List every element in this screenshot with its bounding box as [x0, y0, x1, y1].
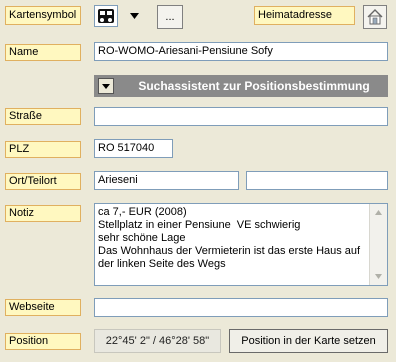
scroll-down-button[interactable] — [371, 269, 386, 284]
website-field[interactable] — [94, 298, 388, 317]
position-value: 22°45' 2" / 46°28' 58" — [94, 329, 221, 353]
position-label: Position — [5, 333, 81, 350]
scroll-up-button[interactable] — [371, 205, 386, 220]
note-text: ca 7,- EUR (2008) Stellplatz in einer Pe… — [98, 206, 361, 270]
ort-label: Ort/Teilort — [5, 173, 81, 190]
map-symbol-dropdown-button[interactable] — [119, 5, 149, 27]
home-icon — [367, 9, 383, 25]
note-textarea[interactable]: ca 7,- EUR (2008) Stellplatz in einer Pe… — [94, 203, 388, 286]
search-assistant-label: Suchassistent zur Positionsbestimmung — [138, 79, 370, 93]
chevron-down-icon — [102, 83, 110, 89]
home-button[interactable] — [363, 5, 387, 29]
search-assistant-bar[interactable]: Suchassistent zur Positionsbestimmung — [94, 75, 388, 97]
assistant-toggle[interactable] — [98, 78, 114, 94]
street-field[interactable] — [94, 107, 388, 126]
scroll-down-icon — [375, 274, 382, 279]
sub-locality-field[interactable] — [246, 171, 388, 190]
heimatadresse-label: Heimatadresse — [254, 6, 355, 25]
chevron-down-icon — [129, 13, 139, 19]
notiz-label: Notiz — [5, 205, 81, 222]
webseite-label: Webseite — [5, 299, 81, 316]
strasse-label: Straße — [5, 108, 81, 125]
campervan-symbol-icon — [98, 9, 114, 23]
name-field[interactable]: RO-WOMO-Ariesani-Pensiune Sofy — [94, 42, 388, 61]
zip-field[interactable]: RO 517040 — [94, 139, 173, 158]
plz-label: PLZ — [5, 141, 81, 158]
set-position-button[interactable]: Position in der Karte setzen — [229, 329, 388, 353]
scroll-up-icon — [375, 210, 382, 215]
map-symbol-select[interactable] — [94, 5, 118, 27]
name-label: Name — [5, 44, 81, 61]
more-symbols-button[interactable]: ... — [157, 5, 183, 29]
city-field[interactable]: Arieseni — [94, 171, 239, 190]
note-scrollbar[interactable] — [369, 204, 387, 285]
kartensymbol-label: Kartensymbol — [5, 6, 81, 25]
